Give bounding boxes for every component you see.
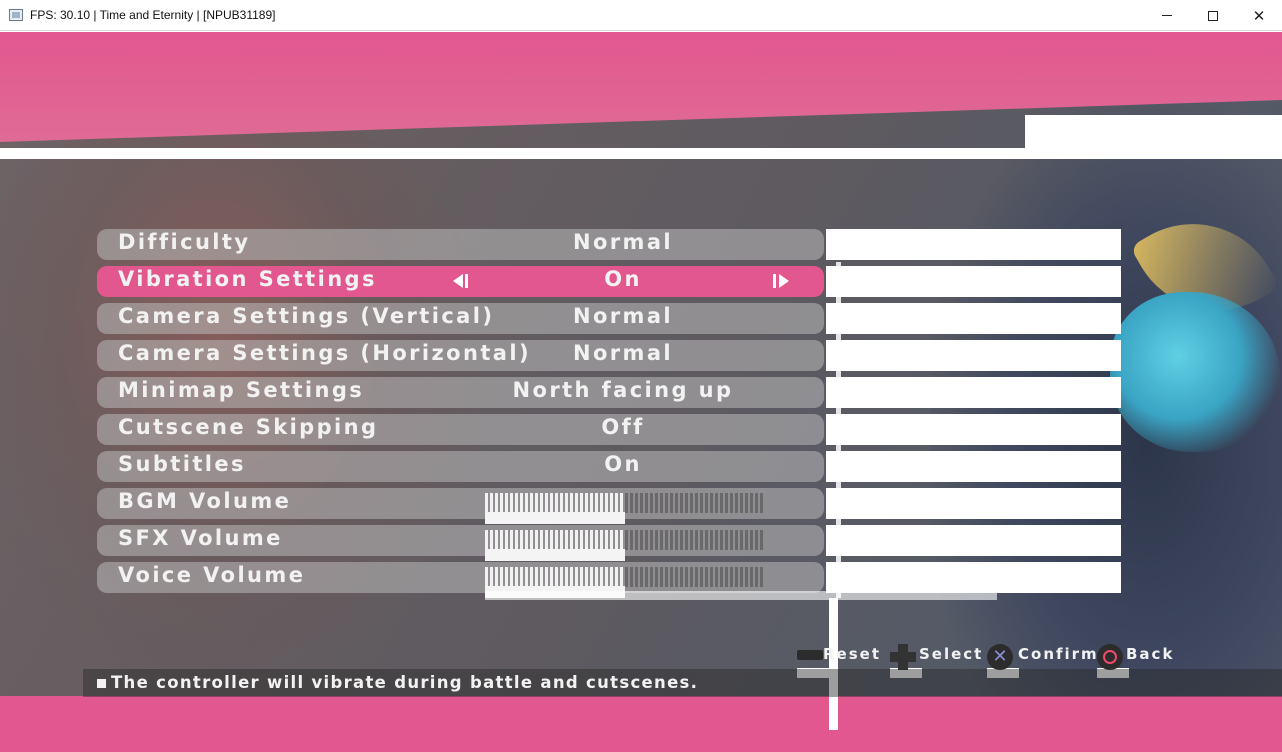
volume-fill bbox=[485, 567, 625, 587]
setting-row[interactable]: Camera Settings (Horizontal) Normal bbox=[97, 340, 824, 371]
setting-value: Off bbox=[601, 415, 645, 439]
setting-row[interactable]: Vibration Settings On bbox=[97, 266, 824, 297]
render-artifact bbox=[826, 303, 1121, 334]
close-button[interactable]: ✕ bbox=[1236, 0, 1282, 31]
close-icon: ✕ bbox=[1252, 6, 1266, 25]
setting-label: Camera Settings (Horizontal) bbox=[118, 341, 531, 365]
setting-row[interactable]: Subtitles On bbox=[97, 451, 824, 482]
setting-label: Camera Settings (Vertical) bbox=[118, 304, 495, 328]
prompt-label: Back bbox=[1126, 645, 1175, 663]
footer-band bbox=[0, 696, 1282, 752]
header-artifact bbox=[1025, 115, 1282, 148]
volume-row[interactable]: Voice Volume bbox=[97, 562, 824, 598]
render-artifact bbox=[826, 488, 1121, 519]
maximize-icon bbox=[1208, 10, 1218, 21]
volume-slider[interactable] bbox=[485, 493, 765, 513]
minimize-icon bbox=[1162, 15, 1172, 16]
render-artifact bbox=[826, 340, 1121, 371]
volume-label: SFX Volume bbox=[118, 526, 283, 550]
arrow-right-triangle bbox=[779, 274, 789, 288]
render-artifact bbox=[485, 512, 625, 524]
volume-row[interactable]: BGM Volume bbox=[97, 488, 824, 524]
setting-value: On bbox=[604, 452, 642, 476]
game-viewport: Difficulty Normal Vibration Settings On Came… bbox=[0, 32, 1282, 752]
arrow-left-bar bbox=[465, 274, 468, 288]
setting-value: Normal bbox=[572, 304, 673, 328]
volume-slider[interactable] bbox=[485, 567, 765, 587]
setting-value: Normal bbox=[572, 230, 673, 254]
render-artifact bbox=[826, 414, 1121, 445]
render-artifact bbox=[826, 451, 1121, 482]
setting-label: Difficulty bbox=[118, 230, 251, 254]
prompt-label: Select bbox=[919, 645, 984, 663]
arrow-right-icon[interactable] bbox=[773, 273, 791, 289]
render-artifact bbox=[826, 525, 1121, 556]
volume-label: BGM Volume bbox=[118, 489, 292, 513]
prompt-label: Confirm bbox=[1018, 645, 1099, 663]
maximize-button[interactable] bbox=[1190, 0, 1236, 31]
volume-fill bbox=[485, 493, 625, 513]
setting-label: Subtitles bbox=[118, 452, 246, 476]
setting-value: On bbox=[604, 267, 642, 291]
volume-fill bbox=[485, 530, 625, 550]
setting-row[interactable]: Camera Settings (Vertical) Normal bbox=[97, 303, 824, 334]
render-artifact bbox=[485, 549, 625, 561]
setting-value: Normal bbox=[572, 341, 673, 365]
select-button-icon bbox=[797, 650, 823, 660]
render-artifact bbox=[485, 591, 997, 600]
prompt-label: Reset bbox=[823, 645, 881, 663]
setting-label: Vibration Settings bbox=[118, 267, 377, 291]
volume-label: Voice Volume bbox=[118, 563, 306, 587]
app-icon bbox=[9, 9, 23, 21]
setting-value: North facing up bbox=[512, 378, 734, 402]
render-artifact bbox=[829, 598, 838, 730]
setting-label: Cutscene Skipping bbox=[118, 415, 379, 439]
header-strip bbox=[0, 148, 1282, 159]
render-artifact bbox=[836, 262, 841, 598]
circle-button-icon bbox=[1097, 644, 1123, 670]
window-title: FPS: 30.10 | Time and Eternity | [NPUB31… bbox=[30, 8, 276, 22]
render-artifact bbox=[826, 377, 1121, 408]
help-text: The controller will vibrate during battl… bbox=[111, 673, 699, 692]
setting-row[interactable]: Cutscene Skipping Off bbox=[97, 414, 824, 445]
render-artifact bbox=[826, 266, 1121, 297]
bullet-icon bbox=[97, 679, 106, 688]
arrow-left-triangle bbox=[453, 274, 463, 288]
setting-label: Minimap Settings bbox=[118, 378, 365, 402]
help-bar: The controller will vibrate during battl… bbox=[83, 669, 1282, 697]
window-titlebar: FPS: 30.10 | Time and Eternity | [NPUB31… bbox=[0, 0, 1282, 31]
volume-slider[interactable] bbox=[485, 530, 765, 550]
render-artifact bbox=[826, 562, 1121, 593]
arrow-left-icon[interactable] bbox=[453, 273, 471, 289]
minimize-button[interactable] bbox=[1144, 0, 1190, 31]
render-artifact bbox=[826, 229, 1121, 260]
dpad-icon bbox=[890, 644, 916, 670]
volume-row[interactable]: SFX Volume bbox=[97, 525, 824, 561]
setting-row[interactable]: Difficulty Normal bbox=[97, 229, 824, 260]
setting-row[interactable]: Minimap Settings North facing up bbox=[97, 377, 824, 408]
cross-button-icon: ✕ bbox=[987, 644, 1013, 670]
arrow-right-bar bbox=[773, 274, 776, 288]
